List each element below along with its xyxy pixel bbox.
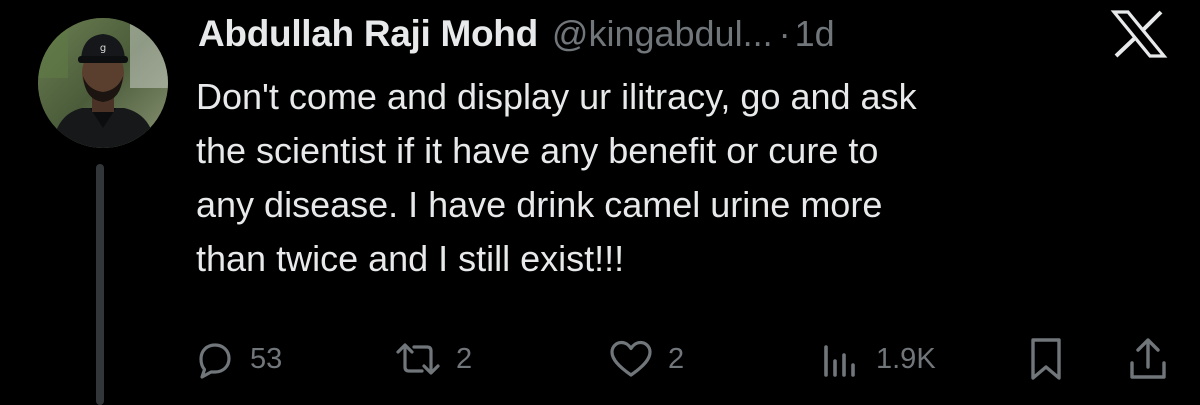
author-display-name[interactable]: Abdullah Raji Mohd [198,13,538,55]
views-icon [824,345,855,377]
heart-icon [610,340,652,377]
share-icon [1130,338,1166,379]
like-button[interactable]: 2 [608,330,684,388]
author-handle[interactable]: @kingabdul... [552,13,773,55]
action-bar: 53 2 2 1.9K [192,330,1182,388]
repost-count: 2 [456,342,473,375]
tweet: g Abdullah Raji Mohd @kingabdul... · 1d … [0,0,1200,405]
reply-icon [199,343,231,379]
reply-count: 53 [250,342,283,375]
svg-text:g: g [100,43,106,54]
x-logo-icon [1108,10,1170,58]
timestamp[interactable]: 1d [795,13,835,55]
tweet-header: Abdullah Raji Mohd @kingabdul... · 1d [198,4,835,64]
repost-icon [396,343,440,375]
views-button[interactable]: 1.9K [818,330,936,388]
thread-line [96,164,104,405]
separator-dot: · [778,13,791,54]
share-button[interactable] [1126,330,1170,388]
views-count: 1.9K [876,342,936,375]
tweet-text: Don't come and display ur ilitracy, go a… [196,76,917,279]
bookmark-button[interactable] [1024,330,1068,388]
reply-button[interactable]: 53 [192,330,282,388]
avatar[interactable]: g [38,18,168,148]
repost-button[interactable]: 2 [394,330,472,388]
bookmark-icon [1031,338,1061,380]
like-count: 2 [668,342,685,375]
user-photo-icon: g [38,18,168,148]
